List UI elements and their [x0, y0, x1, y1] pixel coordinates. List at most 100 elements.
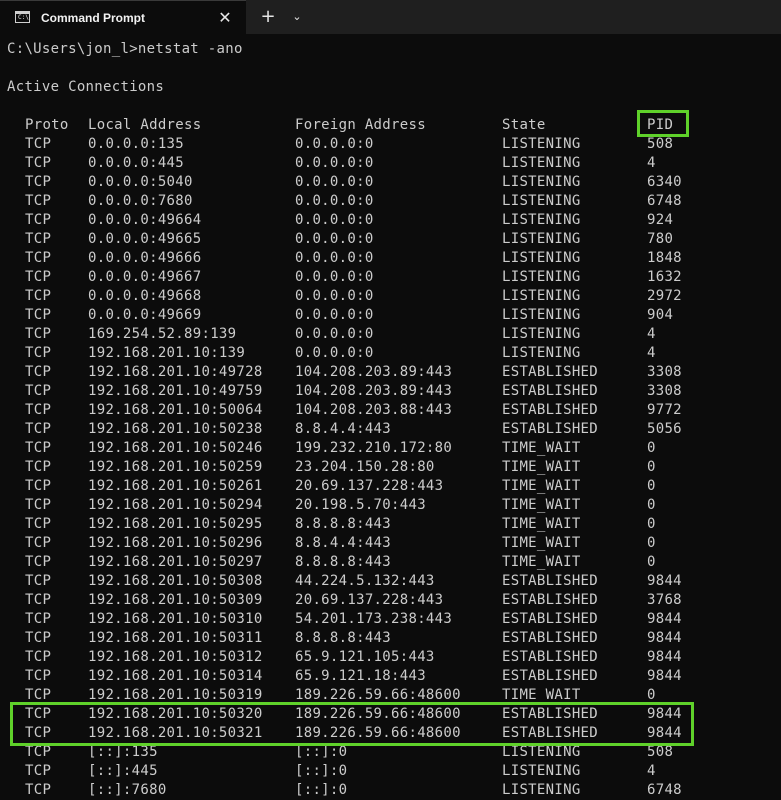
cell-pid: 0: [647, 478, 656, 494]
table-row: TCP 0.0.0.0:49664 0.0.0.0:0 LISTENING 924: [0, 211, 781, 230]
table-row: TCP [::]:135 [::]:0 LISTENING 508: [0, 743, 781, 762]
cell-pid: 0: [647, 440, 656, 456]
table-row: TCP 192.168.201.10:50311 8.8.8.8:443 ESTABL…: [0, 629, 781, 648]
table-row: TCP 192.168.201.10:50261 20.69.137.228:443…: [0, 477, 781, 496]
header-proto: Proto: [25, 117, 69, 133]
cell-state: LISTENING: [502, 782, 581, 798]
cell-proto: TCP: [25, 307, 52, 323]
cell-pid: 3768: [647, 592, 682, 608]
cell-foreign-address: 199.232.210.172:80: [295, 440, 453, 456]
cell-local-address: 192.168.201.10:50312: [88, 649, 263, 665]
cell-proto: TCP: [25, 421, 52, 437]
cell-foreign-address: 0.0.0.0:0: [295, 193, 374, 209]
cell-local-address: [::]:7680: [88, 782, 167, 798]
cell-state: ESTABLISHED: [502, 649, 599, 665]
cell-foreign-address: 104.208.203.89:443: [295, 364, 453, 380]
table-row: TCP 192.168.201.10:50295 8.8.8.8:443 TIME_W…: [0, 515, 781, 534]
cell-foreign-address: 0.0.0.0:0: [295, 212, 374, 228]
cell-proto: TCP: [25, 782, 52, 798]
cell-local-address: 192.168.201.10:50259: [88, 459, 263, 475]
cell-proto: TCP: [25, 193, 52, 209]
cell-pid: 9844: [647, 573, 682, 589]
cell-local-address: 192.168.201.10:49759: [88, 383, 263, 399]
tab-dropdown-button[interactable]: ⌄: [286, 6, 308, 28]
cell-pid: 9772: [647, 402, 682, 418]
cell-pid: 4: [647, 326, 656, 342]
cell-proto: TCP: [25, 706, 52, 722]
table-row: TCP 192.168.201.10:50246 199.232.210.172:8…: [0, 439, 781, 458]
cell-state: LISTENING: [502, 744, 581, 760]
cell-local-address: 0.0.0.0:49667: [88, 269, 202, 285]
cell-local-address: 192.168.201.10:49728: [88, 364, 263, 380]
cell-foreign-address: 44.224.5.132:443: [295, 573, 435, 589]
table-row: TCP 0.0.0.0:5040 0.0.0.0:0 LISTENING 6340: [0, 173, 781, 192]
table-row: TCP 192.168.201.10:50312 65.9.121.105:443 E…: [0, 648, 781, 667]
cell-foreign-address: 23.204.150.28:80: [295, 459, 435, 475]
cell-state: LISTENING: [502, 193, 581, 209]
cell-local-address: 0.0.0.0:49664: [88, 212, 202, 228]
cell-foreign-address: 0.0.0.0:0: [295, 174, 374, 190]
cell-local-address: 192.168.201.10:50261: [88, 478, 263, 494]
table-row: TCP 192.168.201.10:50294 20.198.5.70:443 TI…: [0, 496, 781, 515]
cell-local-address: 192.168.201.10:139: [88, 345, 246, 361]
cell-pid: 5056: [647, 421, 682, 437]
cell-state: TIME_WAIT: [502, 554, 581, 570]
table-row: TCP 0.0.0.0:49667 0.0.0.0:0 LISTENING 1632: [0, 268, 781, 287]
cell-state: ESTABLISHED: [502, 611, 599, 627]
table-row: TCP 192.168.201.10:50314 65.9.121.18:443 ES…: [0, 667, 781, 686]
cell-pid: 924: [647, 212, 674, 228]
cell-proto: TCP: [25, 630, 52, 646]
table-row: TCP 192.168.201.10:50238 8.8.4.4:443 ESTABL…: [0, 420, 781, 439]
table-row: TCP 169.254.52.89:139 0.0.0.0:0 LISTENING 4: [0, 325, 781, 344]
cell-proto: TCP: [25, 383, 52, 399]
cell-proto: TCP: [25, 763, 52, 779]
cell-state: TIME_WAIT: [502, 478, 581, 494]
header-local-address: Local Address: [88, 117, 202, 133]
table-row: TCP 192.168.201.10:50321 189.226.59.66:486…: [0, 724, 781, 743]
cell-local-address: 192.168.201.10:50320: [88, 706, 263, 722]
terminal-output[interactable]: C:\Users\jon_l>netstat -ano Active Conne…: [0, 34, 781, 798]
cell-proto: TCP: [25, 611, 52, 627]
cell-proto: TCP: [25, 136, 52, 152]
cell-state: TIME_WAIT: [502, 687, 581, 703]
cell-pid: 2972: [647, 288, 682, 304]
cell-pid: 780: [647, 231, 674, 247]
cell-pid: 6748: [647, 782, 682, 798]
cell-state: LISTENING: [502, 231, 581, 247]
cell-pid: 9844: [647, 611, 682, 627]
header-row: Proto Local Address Foreign Address Stat…: [0, 116, 781, 135]
cell-local-address: 0.0.0.0:49669: [88, 307, 202, 323]
table-row: TCP 0.0.0.0:445 0.0.0.0:0 LISTENING 4: [0, 154, 781, 173]
table-row: TCP 192.168.201.10:49759 104.208.203.89:44…: [0, 382, 781, 401]
cell-pid: 4: [647, 155, 656, 171]
cell-state: ESTABLISHED: [502, 668, 599, 684]
cell-pid: 0: [647, 535, 656, 551]
cell-proto: TCP: [25, 155, 52, 171]
cell-state: TIME_WAIT: [502, 497, 581, 513]
cell-foreign-address: 20.198.5.70:443: [295, 497, 426, 513]
tab-command-prompt[interactable]: C:\ Command Prompt ✕: [0, 0, 246, 34]
cell-state: LISTENING: [502, 136, 581, 152]
cell-proto: TCP: [25, 326, 52, 342]
header-foreign-address: Foreign Address: [295, 117, 426, 133]
cell-local-address: 192.168.201.10:50238: [88, 421, 263, 437]
cell-local-address: 192.168.201.10:50295: [88, 516, 263, 532]
cell-local-address: [::]:135: [88, 744, 158, 760]
cell-state: LISTENING: [502, 174, 581, 190]
table-row: TCP 192.168.201.10:50310 54.201.173.238:44…: [0, 610, 781, 629]
cell-pid: 4: [647, 763, 656, 779]
cell-foreign-address: 0.0.0.0:0: [295, 345, 374, 361]
table-row: TCP 0.0.0.0:49669 0.0.0.0:0 LISTENING 904: [0, 306, 781, 325]
cell-pid: 0: [647, 516, 656, 532]
title-bar: C:\ Command Prompt ✕ + ⌄: [0, 0, 781, 34]
new-tab-button[interactable]: +: [256, 6, 280, 28]
section-title: Active Connections: [7, 79, 165, 95]
close-tab-button[interactable]: ✕: [214, 7, 236, 29]
table-row: TCP 192.168.201.10:50064 104.208.203.88:44…: [0, 401, 781, 420]
cell-foreign-address: 65.9.121.105:443: [295, 649, 435, 665]
cell-state: LISTENING: [502, 155, 581, 171]
cell-pid: 9844: [647, 706, 682, 722]
table-row: TCP 0.0.0.0:49668 0.0.0.0:0 LISTENING 2972: [0, 287, 781, 306]
table-row: TCP 192.168.201.10:50320 189.226.59.66:486…: [0, 705, 781, 724]
cell-foreign-address: 189.226.59.66:48600: [295, 706, 461, 722]
